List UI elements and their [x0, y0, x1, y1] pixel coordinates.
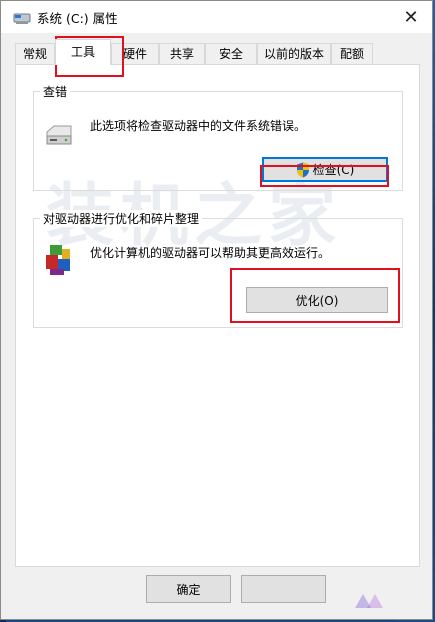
tab-panel-tools: 装机之家 查错 此选项将检查驱动器中的文件系统错误。: [15, 64, 420, 567]
defrag-icon: [44, 243, 76, 277]
shield-icon: [296, 162, 310, 178]
tab-general[interactable]: 常规: [15, 43, 55, 64]
check-button-label: 检查(C): [312, 163, 355, 177]
tab-hardware[interactable]: 硬件: [111, 43, 159, 64]
tab-quota[interactable]: 配额: [331, 43, 373, 64]
close-icon[interactable]: ✕: [398, 6, 424, 28]
optimize-group-label: 对驱动器进行优化和碎片整理: [40, 210, 203, 227]
check-button[interactable]: 检查(C): [262, 157, 388, 182]
optimize-button[interactable]: 优化(O): [246, 287, 388, 313]
tab-strip: 常规 工具 硬件 共享 安全 以前的版本 配额: [15, 39, 420, 65]
optimize-description: 优化计算机的驱动器可以帮助其更高效运行。: [90, 246, 331, 260]
error-check-label: 查错: [40, 83, 71, 100]
watermark-logo: [353, 588, 413, 614]
optimize-group: 对驱动器进行优化和碎片整理 优化计算机的驱动器可以帮助其更高效运行。 优化(O): [33, 210, 403, 328]
tab-security[interactable]: 安全: [205, 43, 257, 64]
tab-previous-versions[interactable]: 以前的版本: [257, 43, 331, 64]
tab-sharing[interactable]: 共享: [159, 43, 205, 64]
tab-tools[interactable]: 工具: [55, 39, 111, 65]
properties-dialog: 系统 (C:) 属性 ✕ 常规 工具 硬件 共享 安全 以前的版本 配额 装机之…: [0, 0, 433, 620]
system-drive-icon: [13, 10, 31, 24]
ok-button[interactable]: 确定: [146, 575, 231, 603]
error-check-group: 查错 此选项将检查驱动器中的文件系统错误。 检查(C): [33, 83, 403, 191]
error-check-description: 此选项将检查驱动器中的文件系统错误。: [90, 119, 307, 133]
drive-icon: [44, 122, 74, 148]
cancel-button[interactable]: [241, 575, 326, 603]
window-title: 系统 (C:) 属性: [37, 11, 118, 26]
title-bar: 系统 (C:) 属性 ✕: [1, 1, 432, 33]
